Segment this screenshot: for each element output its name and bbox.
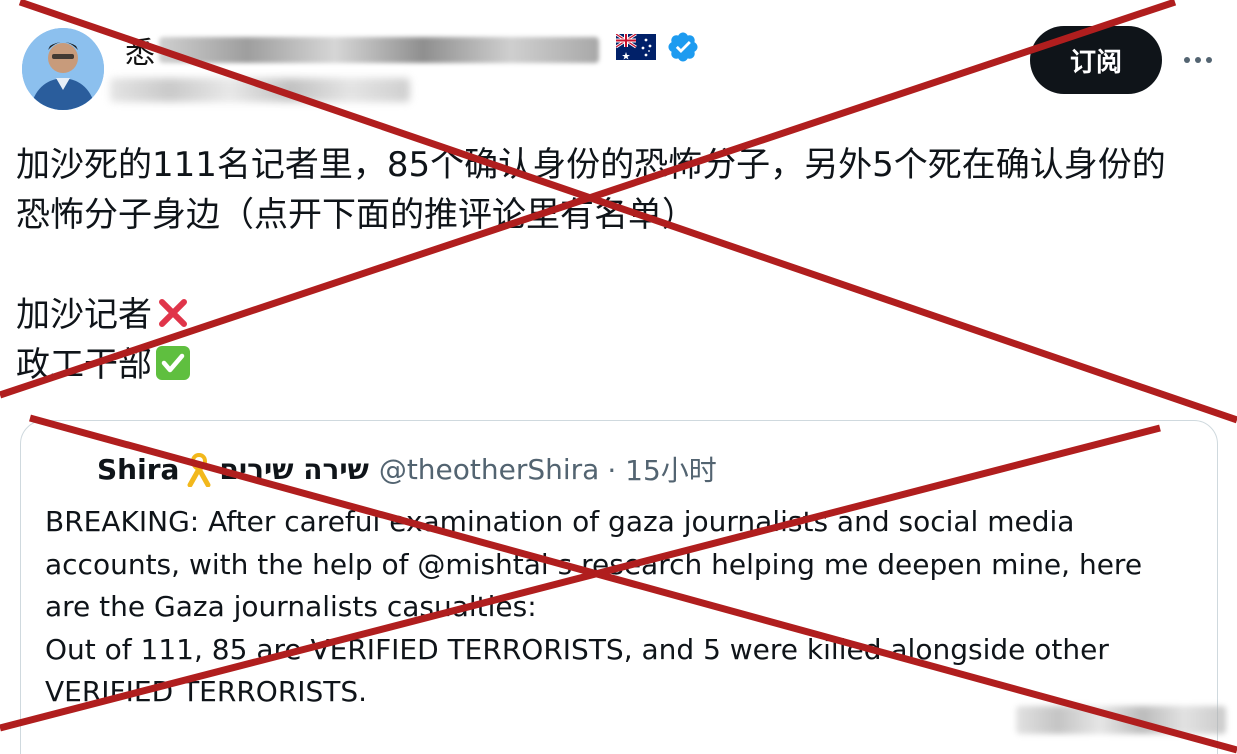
subscribe-button[interactable]: 订阅 [1030,26,1162,94]
quoted-author-handle[interactable]: @theotherShira [379,453,600,486]
user-avatar-photo-icon [22,28,104,110]
post-text-line-with-emoji: 政工干部 [16,340,1226,390]
quoted-post-header[interactable]: Shira שירה שירים @theotherShira · 15小时 [97,449,717,489]
quoted-post-time[interactable]: · 15小时 [607,449,716,489]
post-text-line-with-emoji: 加沙记者 [16,290,1226,340]
dot [1195,57,1201,63]
post-text-segment: 加沙记者 [16,295,152,335]
verified-badge-icon [668,32,698,62]
yellow-ribbon-icon [187,452,211,487]
author-name-row[interactable]: 悉 [125,28,599,72]
quoted-text-line: are the Gaza journalists casualties: [45,590,537,623]
post-text-segment: 政工干部 [16,345,152,385]
check-mark-emoji-icon [156,346,190,380]
author-name[interactable]: 悉 [125,28,155,72]
quoted-text-line: accounts, with the help of @mishtal s re… [45,547,1143,581]
quoted-post-text: BREAKING: After careful examination of g… [45,501,1205,714]
dot [1184,57,1190,63]
more-options-icon[interactable] [1180,50,1216,70]
post-text: 加沙死的111名记者里，85个确认身份的恐怖分子，另外5个死在确认身份的 恐怖分… [16,140,1226,390]
quoted-text-line: BREAKING: After careful examination of g… [45,505,1075,538]
australia-flag-icon [616,34,656,60]
cross-mark-emoji-icon [159,299,187,327]
post-text-line: 加沙死的111名记者里，85个确认身份的恐怖分子，另外5个死在确认身份的 [16,145,1166,185]
redacted-handle-blur [110,78,410,102]
redacted-name-blur [159,37,599,63]
watermark-blur [1016,706,1226,734]
quoted-text-line: Out of 111, 85 are VERIFIED TERRORISTS, … [45,632,1109,666]
author-avatar[interactable] [22,28,104,110]
post-text-line: 恐怖分子身边（点开下面的推评论里有名单） [16,195,696,235]
post-screenshot: 悉 订阅 加沙死的111名记者里，85个确认身份的恐怖分子，另外5个死在确认身份… [0,0,1237,754]
quoted-author-name[interactable]: Shira [97,453,179,486]
post-text-blank [16,240,1226,290]
quoted-post-card[interactable]: Shira שירה שירים @theotherShira · 15小时 B… [20,420,1218,754]
dot [1206,57,1212,63]
quoted-author-hebrew-name: שירה שירים [219,452,369,486]
